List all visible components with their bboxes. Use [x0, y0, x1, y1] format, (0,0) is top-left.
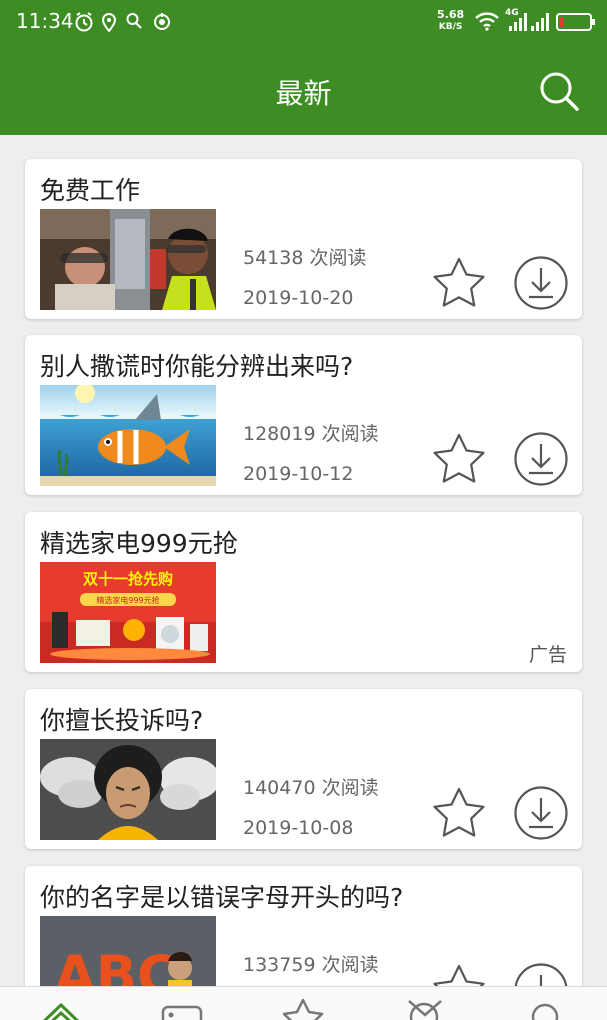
star-outline-icon[interactable]	[431, 785, 487, 841]
status-bar: 11:34 5.68 KB/S 4G	[0, 0, 607, 44]
download-circle-icon[interactable]	[513, 785, 569, 841]
article-card[interactable]: 免费工作 54138 次阅读 2019-10-20	[25, 159, 582, 319]
bottom-tab-bar	[0, 986, 607, 1020]
app-header: 最新	[0, 44, 607, 135]
star-outline-icon[interactable]	[431, 255, 487, 311]
network-speed-value: 5.68	[437, 8, 465, 21]
search-icon[interactable]	[520, 997, 570, 1020]
battery-icon	[556, 13, 595, 31]
status-time: 11:34	[16, 9, 74, 33]
article-card[interactable]: 别人撒谎时你能分辨出来吗? 128019 次阅读 2019-10-12	[25, 335, 582, 495]
article-thumbnail-abc: ABC	[40, 916, 216, 986]
read-count: 54138 次阅读	[243, 247, 367, 269]
app-notification-icon	[154, 13, 170, 30]
article-card[interactable]: 你擅长投诉吗? 140470 次阅读 2019-10-08	[25, 689, 582, 849]
download-circle-icon[interactable]	[513, 431, 569, 487]
download-circle-icon[interactable]	[513, 255, 569, 311]
read-count: 140470 次阅读	[243, 777, 379, 799]
ad-banner-subline: 精选家电999元抢	[96, 595, 159, 605]
article-title: 别人撒谎时你能分辨出来吗?	[40, 352, 354, 381]
article-thumbnail-fish	[40, 385, 216, 486]
discover-icon[interactable]	[399, 997, 449, 1020]
publish-date: 2019-10-20	[243, 287, 354, 309]
search-status-icon	[126, 13, 142, 29]
article-title: 你擅长投诉吗?	[40, 706, 204, 735]
video-icon[interactable]	[157, 997, 207, 1020]
article-thumbnail-angry-woman	[40, 739, 216, 840]
publish-date: 2019-10-08	[243, 817, 354, 839]
thumbnail-letters: ABC	[54, 944, 177, 986]
publish-date: 2019-10-12	[243, 463, 354, 485]
download-circle-icon[interactable]	[513, 962, 569, 986]
star-icon[interactable]	[278, 997, 328, 1020]
search-icon[interactable]	[538, 70, 580, 112]
network-speed: 5.68 KB/S	[437, 9, 464, 33]
location-icon	[101, 13, 117, 33]
star-outline-icon[interactable]	[431, 431, 487, 487]
article-feed[interactable]: 免费工作 54138 次阅读 2019-10-20 别人撒谎时你能分辨出来吗? …	[0, 135, 607, 986]
article-title: 你的名字是以错误字母开头的吗?	[40, 883, 404, 912]
alarm-icon	[75, 12, 93, 32]
read-count: 128019 次阅读	[243, 423, 379, 445]
page-title: 最新	[275, 77, 332, 110]
read-count: 133759 次阅读	[243, 954, 379, 976]
ad-card[interactable]: 精选家电999元抢 双十一抢先购 精选家电999元抢 广告	[25, 512, 582, 672]
wifi-icon	[475, 12, 499, 31]
ad-banner-headline: 双十一抢先购	[83, 570, 173, 588]
article-thumbnail-workers	[40, 209, 216, 310]
star-outline-icon[interactable]	[431, 962, 487, 986]
article-title: 免费工作	[40, 176, 141, 205]
signal-strength-icon	[509, 13, 549, 31]
network-speed-unit: KB/S	[438, 22, 463, 32]
home-icon[interactable]	[36, 997, 86, 1020]
ad-banner-image: 双十一抢先购 精选家电999元抢	[40, 562, 216, 663]
article-card[interactable]: 你的名字是以错误字母开头的吗? ABC 133759 次阅读	[25, 866, 582, 986]
ad-title: 精选家电999元抢	[40, 529, 238, 558]
ad-label: 广告	[528, 644, 567, 666]
